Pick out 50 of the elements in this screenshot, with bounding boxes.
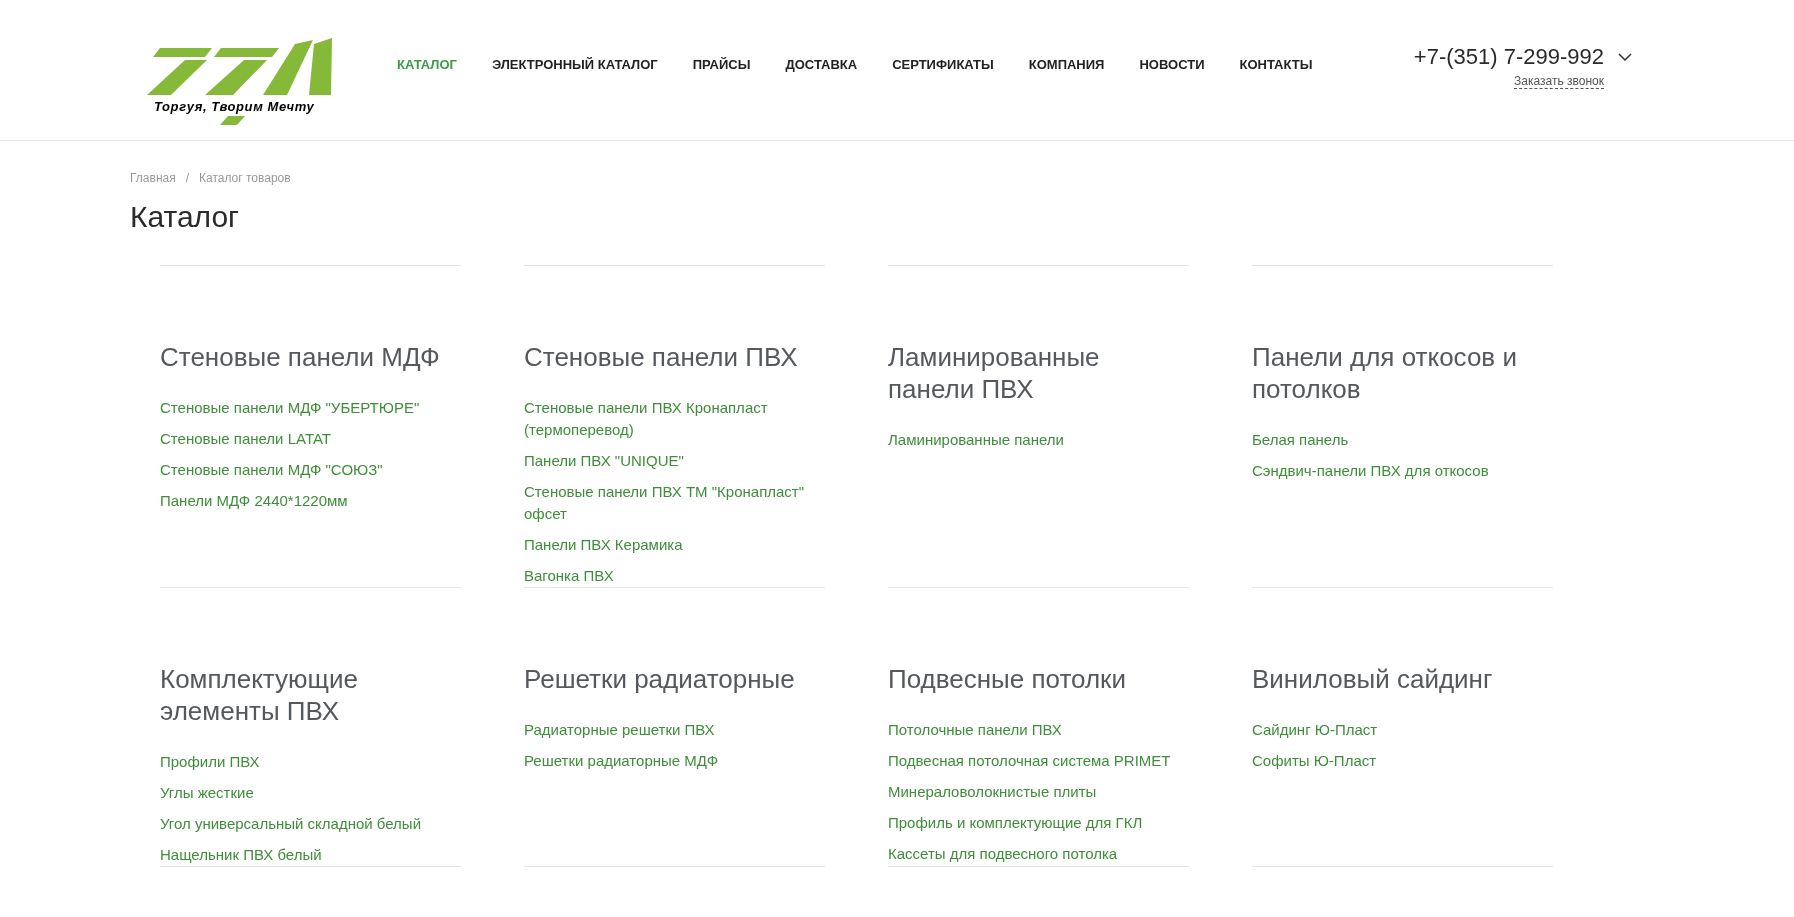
nav-link[interactable]: СЕРТИФИКАТЫ	[892, 57, 994, 73]
category-link[interactable]: Углы жесткие	[160, 782, 254, 804]
category-link[interactable]: Панели ПВХ "UNIQUE"	[524, 450, 684, 472]
category-link[interactable]: Стеновые панели LATAT	[160, 428, 331, 450]
category-link[interactable]: Ламинированные панели	[888, 429, 1064, 451]
phone-number[interactable]: +7-(351) 7-299-992	[1413, 44, 1604, 70]
category-link[interactable]: Кассеты для подвесного потолка	[888, 843, 1118, 865]
category-link[interactable]: Стеновые панели МДФ "УБЕРТЮРЕ"	[160, 397, 420, 419]
category-link[interactable]: Профиль и комплектующие для ГКЛ	[888, 812, 1143, 834]
category-link[interactable]: Белая панель	[1252, 429, 1349, 451]
nav-link[interactable]: КАТАЛОГ	[397, 57, 457, 73]
nav-link[interactable]: НОВОСТИ	[1139, 57, 1205, 73]
category-link[interactable]: Угол универсальный складной белый	[160, 813, 422, 835]
breadcrumb-separator: /	[185, 170, 190, 186]
category-link[interactable]: Нащельник ПВХ белый	[160, 844, 322, 866]
category-link[interactable]: Сайдинг Ю-Пласт	[1252, 719, 1378, 741]
category-title[interactable]: Стеновые панели МДФ	[160, 341, 461, 373]
breadcrumb-current: Каталог товаров	[199, 170, 291, 186]
category-link[interactable]: Панели МДФ 2440*1220мм	[160, 490, 348, 512]
chevron-down-icon[interactable]	[1618, 53, 1632, 61]
logo-slogan: Торгуя, Творим Мечту	[154, 100, 316, 114]
category-link[interactable]: Стеновые панели ПВХ ТМ "Кронапласт" офсет	[524, 481, 825, 525]
nav-link[interactable]: ПРАЙСЫ	[692, 57, 751, 73]
logo-stripe-icon	[220, 116, 245, 125]
nav-link[interactable]: ДОСТАВКА	[785, 57, 858, 73]
category-link[interactable]: Стеновые панели МДФ "СОЮЗ"	[160, 459, 383, 481]
category-link[interactable]: Сэндвич-панели ПВХ для откосов	[1252, 460, 1489, 482]
category-title[interactable]: Комплектующие элементы ПВХ	[160, 663, 461, 727]
category-title[interactable]: Виниловый сайдинг	[1252, 663, 1553, 695]
category-link[interactable]: Радиаторные решетки ПВХ	[524, 719, 715, 741]
breadcrumb-link[interactable]: Главная	[130, 170, 176, 186]
category-link[interactable]: Потолочные панели ПВХ	[888, 719, 1062, 741]
nav-link[interactable]: ЭЛЕКТРОННЫЙ КАТАЛОГ	[491, 57, 658, 73]
nav-link[interactable]: КОНТАКТЫ	[1239, 57, 1313, 73]
category-title[interactable]: Ламинированные панели ПВХ	[888, 341, 1189, 405]
category-link[interactable]: Профили ПВХ	[160, 751, 260, 773]
page-title: Каталог	[130, 199, 240, 235]
category-title[interactable]: Панели для откосов и потолков	[1252, 341, 1553, 405]
callback-link[interactable]: Заказать звонок	[1514, 74, 1604, 89]
category-title[interactable]: Подвесные потолки	[888, 663, 1189, 695]
category-title[interactable]: Решетки радиаторные	[524, 663, 825, 695]
nav-link[interactable]: КОМПАНИЯ	[1028, 57, 1105, 73]
category-link[interactable]: Стеновые панели ПВХ Кронапласт (термоперевод)	[524, 397, 825, 441]
category-link[interactable]: Минераловолокнистые плиты	[888, 781, 1097, 803]
category-link[interactable]: Вагонка ПВХ	[524, 565, 614, 587]
category-link[interactable]: Решетки радиаторные МДФ	[524, 750, 719, 772]
category-link[interactable]: Подвесная потолочная система PRIMET	[888, 750, 1171, 772]
category-link[interactable]: Софиты Ю-Пласт	[1252, 750, 1377, 772]
category-title[interactable]: Стеновые панели ПВХ	[524, 341, 825, 373]
category-link[interactable]: Панели ПВХ Керамика	[524, 534, 683, 556]
